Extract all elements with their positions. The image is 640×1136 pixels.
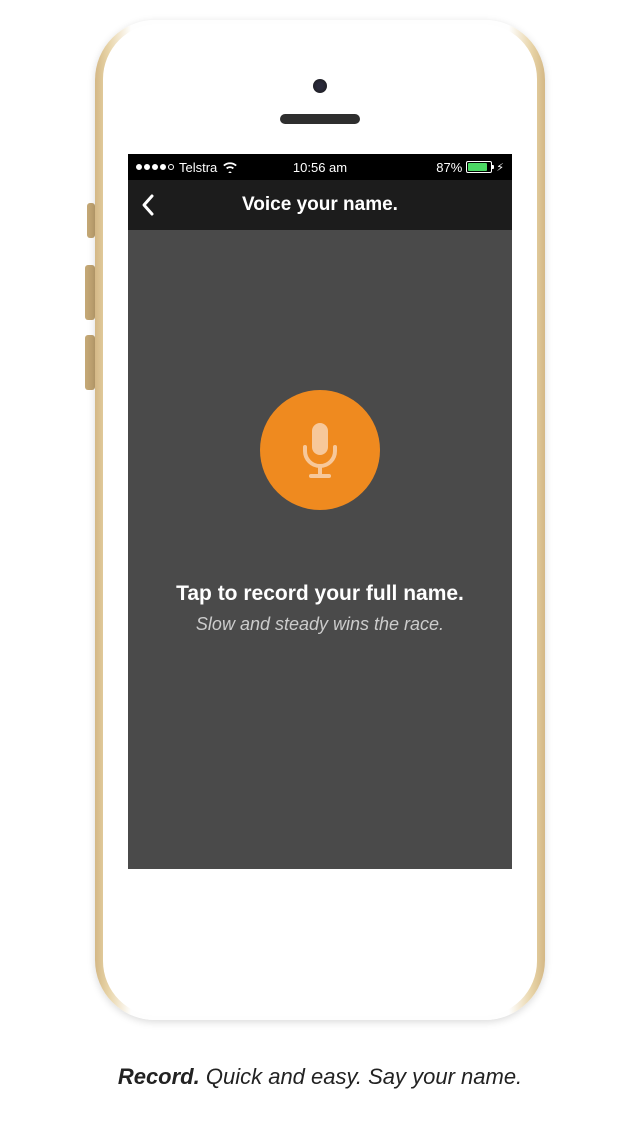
instruction-primary: Tap to record your full name. xyxy=(128,582,512,606)
front-camera xyxy=(313,79,327,93)
earpiece-speaker xyxy=(280,114,360,124)
mute-switch xyxy=(87,203,95,238)
carrier-label: Telstra xyxy=(179,160,217,175)
status-bar: Telstra 10:56 am 87% ⚡︎ xyxy=(128,154,512,180)
page-title: Voice your name. xyxy=(242,194,398,216)
volume-down-button xyxy=(85,335,95,390)
microphone-icon xyxy=(298,421,342,479)
caption-rest: Quick and easy. Say your name. xyxy=(200,1064,522,1089)
caption-bold: Record. xyxy=(118,1064,200,1089)
record-button[interactable] xyxy=(260,390,380,510)
screen: Telstra 10:56 am 87% ⚡︎ xyxy=(128,154,512,869)
back-button[interactable] xyxy=(140,193,156,217)
phone-frame: Telstra 10:56 am 87% ⚡︎ xyxy=(95,20,545,1020)
status-left: Telstra xyxy=(136,160,238,175)
main-content: Tap to record your full name. Slow and s… xyxy=(128,230,512,869)
navigation-bar: Voice your name. xyxy=(128,180,512,230)
chevron-left-icon xyxy=(140,193,156,217)
battery-icon xyxy=(466,161,492,173)
battery-percent-label: 87% xyxy=(436,160,462,175)
phone-bezel: Telstra 10:56 am 87% ⚡︎ xyxy=(103,24,537,1016)
signal-strength-icon xyxy=(136,164,174,170)
wifi-icon xyxy=(222,161,238,173)
clock: 10:56 am xyxy=(293,160,347,175)
charging-icon: ⚡︎ xyxy=(496,161,504,174)
volume-up-button xyxy=(85,265,95,320)
promo-caption: Record. Quick and easy. Say your name. xyxy=(0,1064,640,1090)
instruction-secondary: Slow and steady wins the race. xyxy=(128,614,512,635)
status-right: 87% ⚡︎ xyxy=(436,160,504,175)
